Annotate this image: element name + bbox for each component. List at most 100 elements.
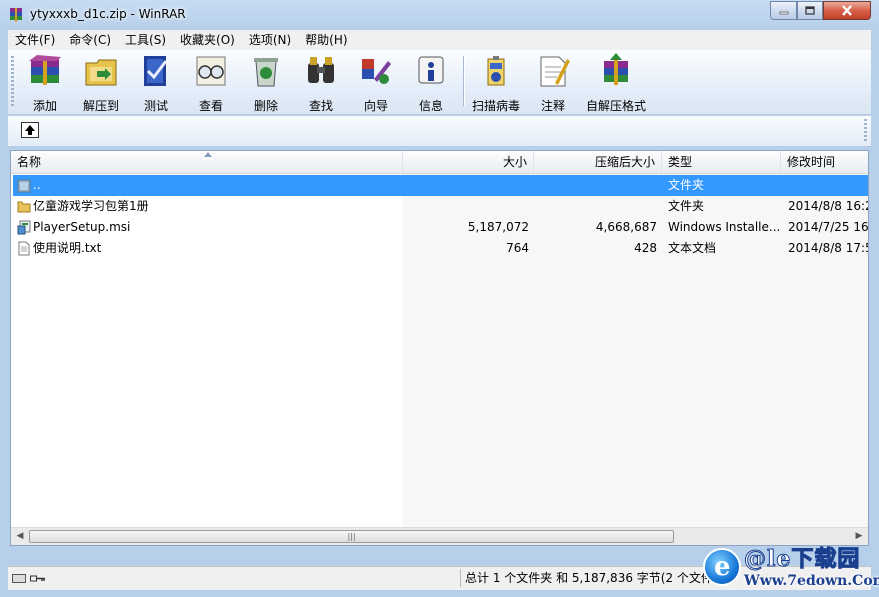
sfx-label: 自解压格式 xyxy=(585,99,646,113)
sort-ascending-icon xyxy=(204,152,212,157)
key-icon[interactable] xyxy=(30,574,46,583)
menu-bar: 文件(F) 命令(C) 工具(S) 收藏夹(O) 选项(N) 帮助(H) xyxy=(8,30,871,50)
delete-recycle-icon xyxy=(254,58,278,87)
test-book-icon xyxy=(144,56,168,86)
text-file-icon xyxy=(18,241,30,256)
close-icon xyxy=(842,5,852,16)
wizard-button[interactable]: 向导 xyxy=(358,53,394,114)
row-packed: 4,668,687 xyxy=(595,220,657,234)
comment-label: 注释 xyxy=(540,99,565,113)
list-row-parent[interactable]: .. 文件夹 xyxy=(13,175,868,196)
extract-to-button[interactable]: 解压到 xyxy=(78,53,124,114)
find-binoculars-icon xyxy=(308,57,334,83)
list-row-txt[interactable]: 使用说明.txt 764 428 文本文档 2014/8/8 17:5 xyxy=(13,238,868,259)
comment-icon xyxy=(540,56,570,87)
column-packed[interactable]: 压缩后大小 xyxy=(534,151,662,173)
minimize-icon xyxy=(779,11,788,14)
column-name[interactable]: 名称 xyxy=(11,151,403,173)
file-list[interactable]: 名称 大小 压缩后大小 类型 修改时间 .. 文件夹 亿童游戏学习包第1册 文件… xyxy=(10,150,869,546)
row-modified: 2014/8/8 17:5 xyxy=(788,241,868,255)
delete-label: 删除 xyxy=(253,99,278,113)
row-size xyxy=(405,196,529,217)
winrar-window: ytyxxxb_d1c.zip - WinRAR 文件(F) 命令(C) 工具(… xyxy=(0,0,879,597)
column-modified[interactable]: 修改时间 xyxy=(781,151,868,173)
extract-folder-icon xyxy=(85,59,117,86)
sfx-button[interactable]: 自解压格式 xyxy=(584,53,648,114)
row-size xyxy=(405,175,529,196)
info-label: 信息 xyxy=(418,99,443,113)
info-button[interactable]: 信息 xyxy=(413,53,449,114)
menu-options[interactable]: 选项(N) xyxy=(242,30,298,50)
toolbar: 添加 解压到 测试 查看 删除 查找 向导 信息 扫描病毒 注释 自解压格式 xyxy=(8,50,871,115)
view-glasses-icon xyxy=(196,56,226,86)
column-packed-label: 压缩后大小 xyxy=(594,155,655,169)
virus-scan-button[interactable]: 扫描病毒 xyxy=(470,53,522,114)
title-bar[interactable]: ytyxxxb_d1c.zip - WinRAR xyxy=(0,0,879,30)
add-books-icon xyxy=(29,55,61,85)
row-name: 使用说明.txt xyxy=(33,241,102,255)
add-label: 添加 xyxy=(32,99,57,113)
row-size: 5,187,072 xyxy=(467,220,529,234)
find-label: 查找 xyxy=(308,99,333,113)
msi-installer-icon xyxy=(17,220,31,235)
address-bar xyxy=(8,116,871,147)
column-type[interactable]: 类型 xyxy=(662,151,781,173)
menu-tools[interactable]: 工具(S) xyxy=(118,30,173,50)
view-button[interactable]: 查看 xyxy=(193,53,229,114)
column-size-label: 大小 xyxy=(502,155,527,169)
status-text: 总计 1 个文件夹 和 5,187,836 字节(2 个文件 xyxy=(465,571,713,585)
row-size: 764 xyxy=(506,241,529,255)
virus-scan-icon xyxy=(487,56,505,86)
maximize-button[interactable] xyxy=(797,1,823,20)
maximize-icon xyxy=(805,6,815,15)
drive-icon[interactable] xyxy=(12,574,26,583)
test-button[interactable]: 测试 xyxy=(138,53,174,114)
extract-to-label: 解压到 xyxy=(82,99,119,113)
toolbar-grip[interactable] xyxy=(11,56,14,108)
menu-file[interactable]: 文件(F) xyxy=(8,30,62,50)
sfx-archive-icon xyxy=(604,53,628,85)
close-button[interactable] xyxy=(823,1,871,20)
row-name: PlayerSetup.msi xyxy=(33,220,131,234)
scroll-left-icon[interactable]: ◀ xyxy=(12,529,28,544)
parent-folder-icon xyxy=(17,179,31,193)
window-title: ytyxxxb_d1c.zip - WinRAR xyxy=(30,7,186,21)
virus-scan-label: 扫描病毒 xyxy=(471,99,520,113)
list-row-msi[interactable]: PlayerSetup.msi 5,187,072 4,668,687 Wind… xyxy=(13,217,868,238)
column-name-label: 名称 xyxy=(17,155,42,169)
add-button[interactable]: 添加 xyxy=(23,53,67,114)
row-type: 文本文档 xyxy=(668,241,717,255)
row-packed xyxy=(535,175,657,196)
row-name: .. xyxy=(33,178,41,192)
winrar-app-icon[interactable] xyxy=(8,7,24,23)
row-modified: 2014/8/8 16:2 xyxy=(788,199,868,213)
row-name: 亿童游戏学习包第1册 xyxy=(33,199,149,213)
find-button[interactable]: 查找 xyxy=(303,53,339,114)
info-icon xyxy=(418,56,444,84)
row-packed xyxy=(535,196,657,217)
watermark-logo: e xyxy=(703,548,741,586)
watermark-url: Www.7edown.Com xyxy=(744,573,879,589)
comment-button[interactable]: 注释 xyxy=(535,53,571,114)
menu-commands[interactable]: 命令(C) xyxy=(62,30,118,50)
row-modified: 2014/7/25 16: xyxy=(788,220,868,234)
delete-button[interactable]: 删除 xyxy=(248,53,284,114)
column-size[interactable]: 大小 xyxy=(403,151,534,173)
menu-favorites[interactable]: 收藏夹(O) xyxy=(173,30,242,50)
column-header: 名称 大小 压缩后大小 类型 修改时间 xyxy=(11,151,868,174)
row-type: Windows Installe... xyxy=(668,220,780,234)
arrow-up-icon xyxy=(25,125,35,135)
menu-help[interactable]: 帮助(H) xyxy=(298,30,354,50)
minimize-button[interactable] xyxy=(770,1,797,20)
watermark: e @le下载园 Www.7edown.Com xyxy=(700,541,879,597)
column-modified-label: 修改时间 xyxy=(787,155,836,169)
list-row-folder[interactable]: 亿童游戏学习包第1册 文件夹 2014/8/8 16:2 xyxy=(13,196,868,217)
status-separator xyxy=(460,569,461,587)
row-packed: 428 xyxy=(634,241,657,255)
test-label: 测试 xyxy=(143,99,168,113)
address-bar-grip[interactable] xyxy=(864,119,867,143)
row-type: 文件夹 xyxy=(668,178,705,192)
scrollbar-thumb[interactable]: ||| xyxy=(29,530,674,543)
up-folder-button[interactable] xyxy=(21,122,39,138)
wizard-label: 向导 xyxy=(363,99,388,113)
